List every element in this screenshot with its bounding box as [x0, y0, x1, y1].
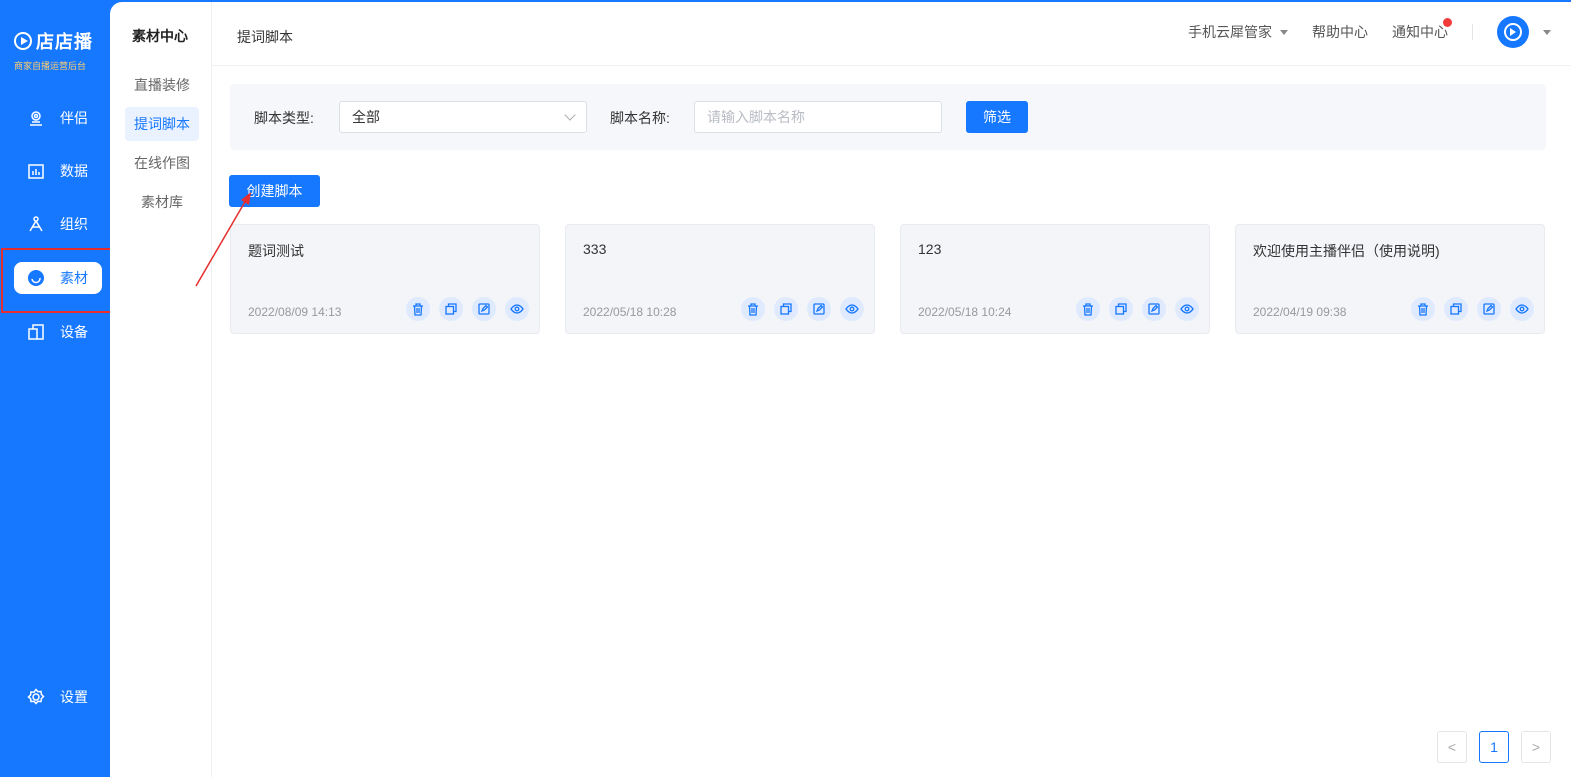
script-name-input[interactable] — [694, 101, 942, 133]
app-window: 店店播 商家自播运营后台 伴侣 数据 组织 素材 设备 设置 素材中心 直播装修… — [0, 0, 1571, 777]
top-bar: 提词脚本 手机云犀管家 帮助中心 通知中心 — [212, 2, 1571, 66]
script-card[interactable]: 题词测试 2022/08/09 14:13 — [230, 224, 540, 334]
subnav-item-prompt-script[interactable]: 提词脚本 — [125, 107, 199, 141]
logo-icon — [14, 32, 32, 50]
chevron-down-icon[interactable] — [1543, 29, 1551, 35]
script-date: 2022/04/19 09:38 — [1253, 305, 1347, 319]
nav-item-organization[interactable]: 组织 — [14, 208, 106, 240]
page-title: 提词脚本 — [237, 29, 293, 45]
nav-item-partner[interactable]: 伴侣 — [14, 102, 106, 134]
script-title: 123 — [918, 241, 942, 257]
filter-bar: 脚本类型: 全部 脚本名称: 筛选 — [230, 84, 1546, 150]
card-actions — [1402, 297, 1534, 321]
nav-label: 设备 — [60, 324, 88, 340]
edit-icon[interactable] — [1477, 297, 1501, 321]
brand-subtitle: 商家自播运营后台 — [14, 61, 87, 71]
script-title: 欢迎使用主播伴侣（使用说明) — [1253, 243, 1440, 259]
create-script-button[interactable]: 创建脚本 — [229, 175, 320, 207]
notification-label: 通知中心 — [1392, 24, 1448, 40]
filter-button[interactable]: 筛选 — [966, 101, 1028, 133]
next-page-button[interactable]: > — [1521, 731, 1551, 763]
script-card[interactable]: 123 2022/05/18 10:24 — [900, 224, 1210, 334]
script-date: 2022/08/09 14:13 — [248, 305, 342, 319]
script-date: 2022/05/18 10:28 — [583, 305, 677, 319]
script-card[interactable]: 333 2022/05/18 10:28 — [565, 224, 875, 334]
preview-eye-icon[interactable] — [840, 297, 864, 321]
help-center-link[interactable]: 帮助中心 — [1312, 22, 1368, 42]
subnav-item-online-design[interactable]: 在线作图 — [125, 146, 199, 180]
edit-icon[interactable] — [1142, 297, 1166, 321]
chevron-down-icon — [564, 109, 576, 121]
brand-logo[interactable]: 店店播 — [14, 28, 93, 54]
nav-item-data[interactable]: 数据 — [14, 155, 106, 187]
copy-icon[interactable] — [1109, 297, 1133, 321]
preview-eye-icon[interactable] — [505, 297, 529, 321]
nav-label: 数据 — [60, 163, 88, 179]
edit-icon[interactable] — [472, 297, 496, 321]
nav-item-device[interactable]: 设备 — [14, 316, 106, 348]
subnav-title: 素材中心 — [132, 28, 188, 44]
divider — [1472, 24, 1473, 40]
nav-label: 伴侣 — [60, 110, 88, 126]
avatar[interactable] — [1497, 16, 1529, 48]
annotation-highlight-box — [1, 248, 119, 313]
edit-icon[interactable] — [807, 297, 831, 321]
script-card[interactable]: 欢迎使用主播伴侣（使用说明) 2022/04/19 09:38 — [1235, 224, 1545, 334]
gear-icon — [26, 687, 46, 707]
page-number-button[interactable]: 1 — [1479, 731, 1509, 763]
subnav-item-live-decoration[interactable]: 直播装修 — [125, 68, 199, 102]
delete-icon[interactable] — [406, 297, 430, 321]
delete-icon[interactable] — [741, 297, 765, 321]
script-name-label: 脚本名称: — [610, 110, 670, 126]
nav-label: 设置 — [60, 689, 88, 705]
data-icon — [26, 161, 46, 181]
device-icon — [26, 322, 46, 342]
cloud-steward-label: 手机云犀管家 — [1188, 24, 1272, 40]
script-date: 2022/05/18 10:24 — [918, 305, 1012, 319]
nav-item-settings[interactable]: 设置 — [14, 681, 106, 713]
sub-nav: 素材中心 直播装修 提词脚本 在线作图 素材库 — [110, 2, 212, 777]
notification-center-link[interactable]: 通知中心 — [1392, 18, 1452, 42]
delete-icon[interactable] — [1411, 297, 1435, 321]
card-actions — [397, 297, 529, 321]
script-type-value: 全部 — [352, 109, 380, 125]
organization-icon — [26, 214, 46, 234]
avatar-logo-icon — [1504, 23, 1522, 41]
subnav-item-material-library[interactable]: 素材库 — [125, 185, 199, 219]
content-panel: 素材中心 直播装修 提词脚本 在线作图 素材库 提词脚本 手机云犀管家 帮助中心… — [110, 2, 1571, 777]
prev-page-button[interactable]: < — [1437, 731, 1467, 763]
cloud-steward-dropdown[interactable]: 手机云犀管家 — [1188, 22, 1288, 42]
preview-eye-icon[interactable] — [1510, 297, 1534, 321]
chevron-down-icon — [1280, 29, 1288, 35]
topbar-actions: 手机云犀管家 帮助中心 通知中心 — [1188, 16, 1551, 48]
preview-eye-icon[interactable] — [1175, 297, 1199, 321]
copy-icon[interactable] — [439, 297, 463, 321]
card-actions — [732, 297, 864, 321]
nav-label: 组织 — [60, 216, 88, 232]
notification-dot-icon — [1443, 18, 1452, 27]
partner-icon — [26, 108, 46, 128]
script-title: 333 — [583, 241, 607, 257]
copy-icon[interactable] — [774, 297, 798, 321]
pagination: < 1 > — [1425, 731, 1551, 763]
script-title: 题词测试 — [248, 243, 304, 259]
main-nav: 店店播 商家自播运营后台 伴侣 数据 组织 素材 设备 设置 — [0, 0, 110, 777]
card-actions — [1067, 297, 1199, 321]
delete-icon[interactable] — [1076, 297, 1100, 321]
script-type-label: 脚本类型: — [254, 110, 314, 126]
copy-icon[interactable] — [1444, 297, 1468, 321]
brand-name: 店店播 — [36, 32, 93, 52]
script-type-select[interactable]: 全部 — [339, 101, 587, 133]
